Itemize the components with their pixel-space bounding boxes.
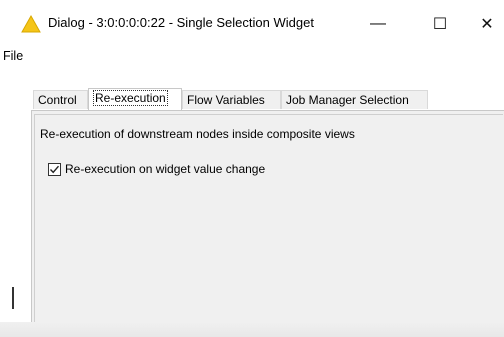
menu-bar: File <box>0 44 504 68</box>
tab-flow-variables[interactable]: Flow Variables <box>182 90 281 109</box>
tab-re-execution-label: Re-execution <box>93 90 168 106</box>
close-button[interactable]: ✕ <box>470 10 504 38</box>
section-label: Re-execution of downstream nodes inside … <box>40 127 355 141</box>
reexecution-checkbox[interactable] <box>48 162 61 176</box>
warning-triangle-icon <box>21 15 41 33</box>
window-title: Dialog - 3:0:0:0:0:22 - Single Selection… <box>48 15 314 30</box>
tab-control[interactable]: Control <box>33 90 88 109</box>
tab-panel: Re-execution of downstream nodes inside … <box>31 110 504 337</box>
menu-file[interactable]: File <box>3 49 23 63</box>
maximize-button[interactable]: ☐ <box>420 10 460 38</box>
minimize-button[interactable]: — <box>358 10 398 38</box>
checkmark-icon <box>49 165 60 173</box>
tab-re-execution[interactable]: Re-execution <box>88 88 182 110</box>
bottom-edge <box>0 322 504 337</box>
reexecution-checkbox-row[interactable]: Re-execution on widget value change <box>48 162 265 176</box>
tab-job-manager-selection[interactable]: Job Manager Selection <box>281 90 428 109</box>
window-edge-marker <box>12 287 14 309</box>
reexecution-checkbox-label[interactable]: Re-execution on widget value change <box>65 162 265 176</box>
section-group: Re-execution of downstream nodes inside … <box>34 114 503 334</box>
title-bar: Dialog - 3:0:0:0:0:22 - Single Selection… <box>0 0 504 44</box>
